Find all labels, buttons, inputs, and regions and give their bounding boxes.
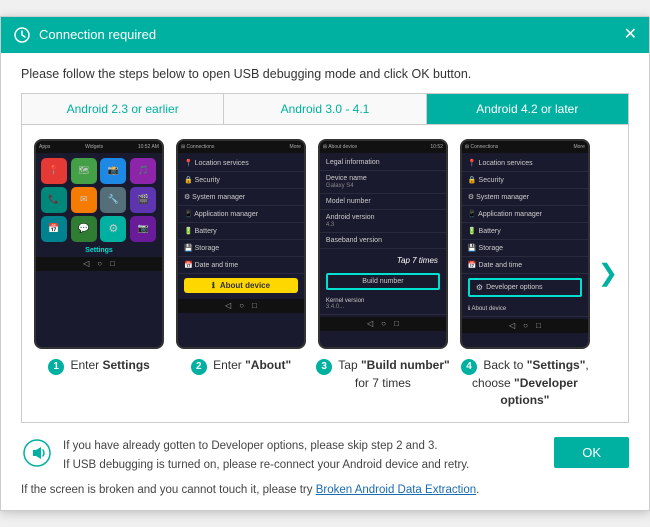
steps-inner: Apps Widgets 10:52 AM 📍 🗺 (32, 139, 592, 409)
menu-item: 📍 Location services (178, 155, 304, 172)
step-3-label: 3 Tap "Build number" for 7 times (316, 357, 450, 392)
step-3-number: 3 (316, 359, 332, 375)
title-bar: Connection required ✕ (1, 17, 649, 53)
step-4: ⊞ Connections More 📍 Location services 🔒… (458, 139, 592, 409)
phone-mock-2: ⊞ Connections More 📍 Location services 🔒… (176, 139, 306, 349)
info-text: If you have already gotten to Developer … (63, 437, 544, 474)
app-icon: 🎬 (130, 187, 156, 213)
step-1-number: 1 (48, 359, 64, 375)
menu-item: 🔒 Security (462, 172, 588, 189)
app-icon: 🔧 (100, 187, 126, 213)
phone2-status: ⊞ Connections More (178, 141, 304, 153)
step-1-label: 1 Enter Settings (48, 357, 150, 375)
broken-android-link[interactable]: Broken Android Data Extraction (316, 484, 476, 496)
menu-item: ⚙ System manager (462, 189, 588, 206)
menu-item: Baseband version (320, 233, 446, 249)
footer-text: If the screen is broken and you cannot t… (21, 484, 629, 496)
menu-item: ⚙ System manager (178, 189, 304, 206)
step-3: ⊞ About device 10:52 Legal information D… (316, 139, 450, 409)
app-icon: 📍 (41, 158, 67, 184)
phone-mock-4: ⊞ Connections More 📍 Location services 🔒… (460, 139, 590, 349)
menu-item: Legal information (320, 155, 446, 171)
menu-item: 🔒 Security (178, 172, 304, 189)
app-icon: 💬 (71, 216, 97, 242)
menu-item: 📱 Application manager (462, 206, 588, 223)
menu-item: 💾 Storage (178, 240, 304, 257)
main-window: Connection required ✕ Please follow the … (0, 16, 650, 511)
app-icon: 🗺 (71, 158, 97, 184)
step-1: Apps Widgets 10:52 AM 📍 🗺 (32, 139, 166, 409)
info-speaker-icon (21, 437, 53, 469)
app-icon: 📅 (41, 216, 67, 242)
tab-bar: Android 2.3 or earlier Android 3.0 - 4.1… (21, 93, 629, 125)
menu-item: 📅 Date and time (462, 257, 588, 274)
app-icon: 📞 (41, 187, 67, 213)
menu-item: Model number (320, 194, 446, 210)
app-icon: 📷 (130, 216, 156, 242)
tap-7-times-label: Tap 7 times (393, 254, 442, 267)
menu-item: Android version4.3 (320, 210, 446, 233)
phone-mock-3: ⊞ About device 10:52 Legal information D… (318, 139, 448, 349)
phone1-status: Apps Widgets 10:52 AM (36, 141, 162, 153)
about-device-highlight: ℹ About device (184, 278, 298, 293)
close-button[interactable]: ✕ (624, 27, 637, 43)
menu-item: 📱 Application manager (178, 206, 304, 223)
ok-button[interactable]: OK (554, 437, 629, 468)
steps-container: Apps Widgets 10:52 AM 📍 🗺 (21, 125, 629, 424)
phone3-status: ⊞ About device 10:52 (320, 141, 446, 153)
tab-android-3[interactable]: Android 3.0 - 4.1 (224, 94, 426, 124)
menu-item: 🔋 Battery (462, 223, 588, 240)
menu-item: 📅 Date and time (178, 257, 304, 274)
app-icon: 🎵 (130, 158, 156, 184)
menu-item: 📍 Location services (462, 155, 588, 172)
info-box: If you have already gotten to Developer … (21, 437, 629, 474)
phone-mock-1: Apps Widgets 10:52 AM 📍 🗺 (34, 139, 164, 349)
menu-item: Kernel version3.4.0... (320, 294, 446, 315)
next-arrow[interactable]: ❯ (598, 259, 618, 288)
tab-android-2[interactable]: Android 2.3 or earlier (22, 94, 224, 124)
connection-icon (13, 26, 31, 44)
menu-item: Device nameGalaxy S4 (320, 171, 446, 194)
step-2-label: 2 Enter "About" (191, 357, 291, 375)
phone4-status: ⊞ Connections More (462, 141, 588, 153)
title-text: Connection required (39, 27, 624, 42)
menu-item: 🔋 Battery (178, 223, 304, 240)
tab-android-4[interactable]: Android 4.2 or later (427, 94, 628, 124)
menu-item: ℹ About device (462, 301, 588, 317)
menu-item: 💾 Storage (462, 240, 588, 257)
content-area: Please follow the steps below to open US… (1, 53, 649, 510)
settings-label: Settings (36, 247, 162, 254)
settings-app-icon: ⚙ (100, 216, 126, 242)
step-2: ⊞ Connections More 📍 Location services 🔒… (174, 139, 308, 409)
step-2-number: 2 (191, 359, 207, 375)
app-icon: 📸 (100, 158, 126, 184)
developer-options-highlight: ⚙ Developer options (468, 278, 582, 297)
app-icon: ✉ (71, 187, 97, 213)
instruction-text: Please follow the steps below to open US… (21, 67, 629, 81)
build-number-highlight: Build number (326, 273, 440, 290)
step-4-number: 4 (461, 359, 477, 375)
step-4-label: 4 Back to "Settings", choose "Developer … (458, 357, 592, 409)
